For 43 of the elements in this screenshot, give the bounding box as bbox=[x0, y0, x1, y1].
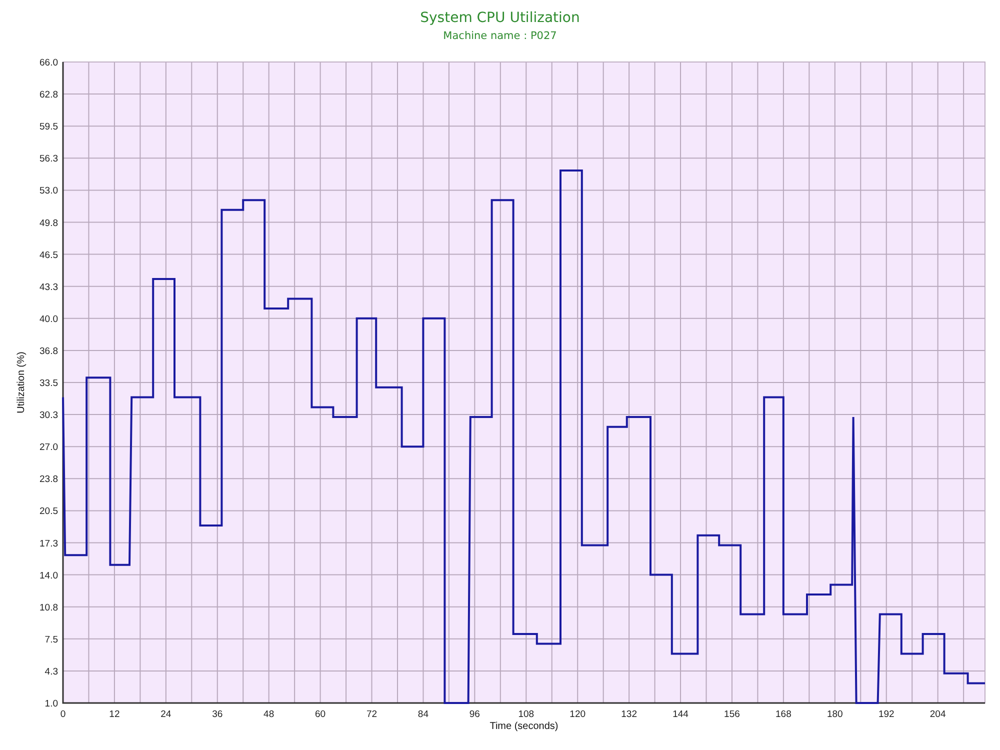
x-tick-label: 12 bbox=[109, 709, 120, 720]
y-tick-label: 46.5 bbox=[40, 250, 58, 261]
x-tick-label: 120 bbox=[570, 709, 586, 720]
chart-subtitle: Machine name : P027 bbox=[443, 29, 557, 43]
y-tick-label: 43.3 bbox=[40, 282, 58, 293]
y-tick-label: 7.5 bbox=[44, 634, 58, 646]
x-tick-label: 36 bbox=[212, 709, 223, 720]
x-tick-label: 180 bbox=[826, 709, 843, 720]
y-tick-label: 4.3 bbox=[44, 666, 58, 678]
x-tick-label: 132 bbox=[621, 709, 637, 720]
y-tick-label: 49.8 bbox=[40, 218, 58, 229]
y-tick-label: 33.5 bbox=[40, 378, 58, 389]
y-tick-label: 14.0 bbox=[40, 570, 58, 582]
y-tick-label: 36.8 bbox=[40, 346, 58, 357]
y-tick-label: 27.0 bbox=[40, 442, 58, 454]
chart-title: System CPU Utilization bbox=[420, 10, 580, 27]
y-tick-label: 23.8 bbox=[40, 474, 58, 486]
x-axis-title: Time (seconds) bbox=[490, 721, 558, 732]
y-tick-label: 10.8 bbox=[40, 602, 58, 614]
y-tick-label: 30.3 bbox=[40, 410, 58, 422]
y-tick-label: 1.0 bbox=[44, 698, 58, 710]
x-tick-label: 72 bbox=[366, 709, 378, 720]
x-tick-label: 144 bbox=[672, 709, 688, 720]
y-tick-label: 59.5 bbox=[40, 122, 58, 133]
x-tick-label: 60 bbox=[315, 709, 326, 720]
y-tick-label: 66.0 bbox=[40, 58, 58, 68]
x-tick-label: 84 bbox=[418, 709, 428, 720]
x-tick-label: 204 bbox=[930, 709, 946, 720]
x-tick-label: 156 bbox=[724, 709, 740, 720]
y-axis-title: Utilization (%) bbox=[16, 352, 27, 414]
y-tick-label: 62.8 bbox=[40, 90, 58, 101]
y-tick-label: 20.5 bbox=[40, 506, 58, 518]
x-tick-label: 108 bbox=[518, 709, 534, 720]
x-tick-label: 96 bbox=[469, 709, 480, 720]
x-tick-label: 192 bbox=[878, 709, 894, 720]
y-tick-label: 40.0 bbox=[40, 314, 58, 325]
x-tick-label: 0 bbox=[60, 709, 66, 720]
x-tick-label: 168 bbox=[776, 709, 792, 720]
y-tick-label: 53.0 bbox=[40, 186, 58, 197]
y-tick-label: 56.3 bbox=[40, 154, 58, 165]
x-tick-label: 48 bbox=[264, 709, 274, 720]
x-tick-label: 24 bbox=[160, 709, 172, 720]
y-tick-label: 17.3 bbox=[40, 538, 58, 550]
